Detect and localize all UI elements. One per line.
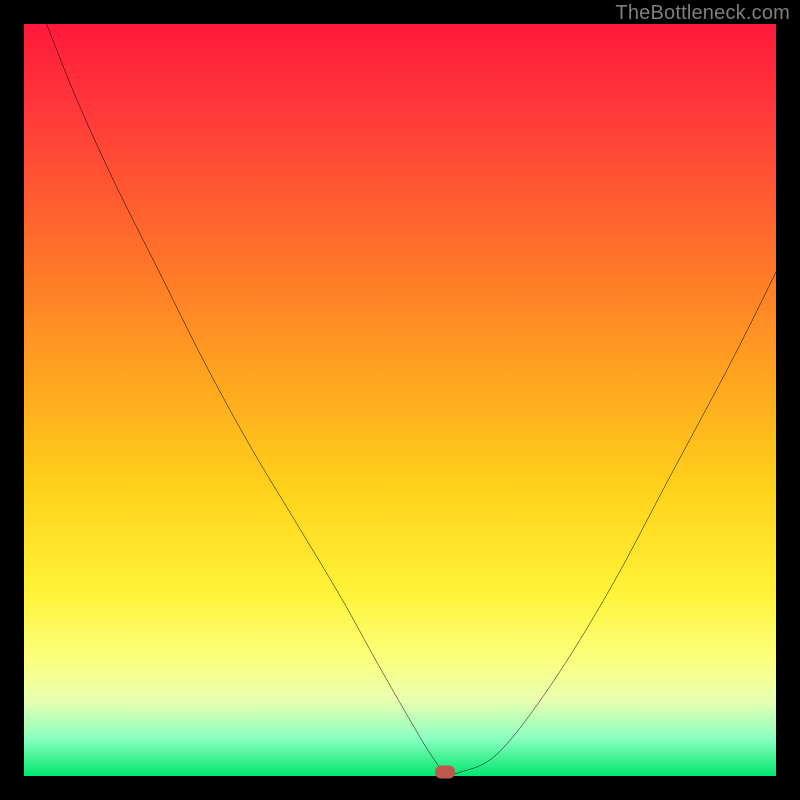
bottleneck-curve (24, 24, 776, 776)
optimal-marker (435, 766, 455, 779)
watermark-text: TheBottleneck.com (615, 2, 790, 25)
plot-area (24, 24, 776, 776)
chart-frame: TheBottleneck.com (0, 0, 800, 800)
